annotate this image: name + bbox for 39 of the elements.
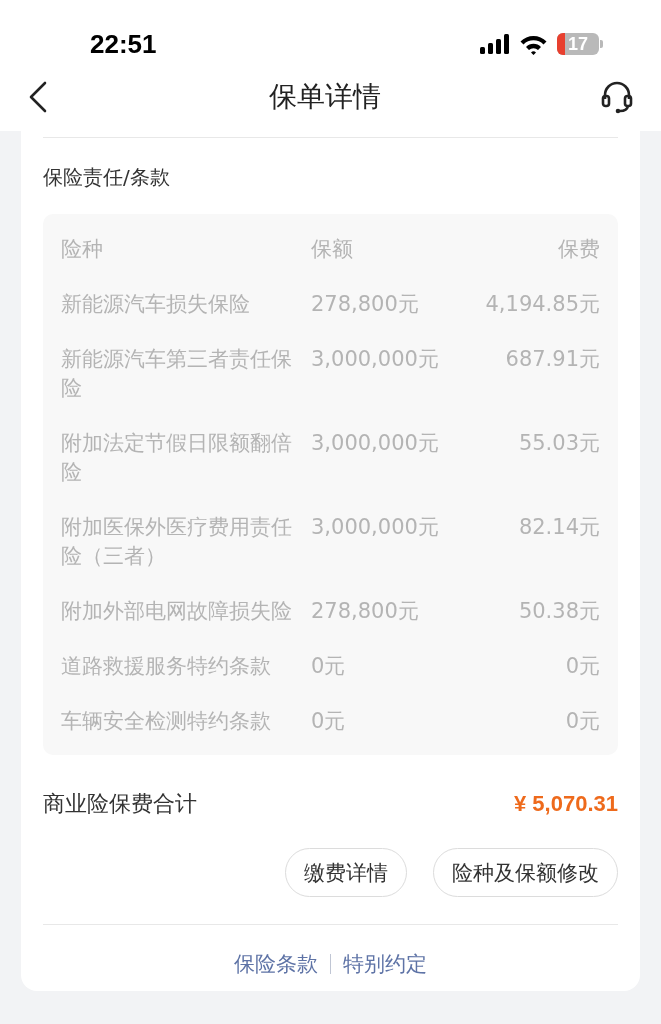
coverage-amount: 3,000,000元: [311, 430, 440, 457]
column-header: 保额: [311, 236, 354, 263]
column-header: 险种: [61, 236, 104, 263]
wifi-icon: [519, 33, 548, 55]
premium-amount: 4,194.85元: [485, 291, 600, 318]
coverage-amount: 3,000,000元: [311, 514, 440, 541]
coverage-amount: 278,800元: [311, 291, 420, 318]
premium-amount: 50.38元: [518, 598, 600, 625]
headset-icon[interactable]: [601, 80, 633, 114]
terms-link[interactable]: 特别约定: [343, 950, 427, 978]
terms-link[interactable]: 保险条款: [234, 950, 318, 978]
page-title: 保单详情: [268, 79, 381, 115]
coverage-name: 附加法定节假日限额翻倍险: [61, 430, 293, 486]
coverage-amount: 278,800元: [311, 598, 420, 625]
coverage-amount: 3,000,000元: [311, 346, 440, 373]
coverage-name: 附加外部电网故障损失险: [61, 598, 293, 625]
signal-icon: [480, 34, 510, 54]
status-time: 22:51: [90, 28, 157, 60]
section-title: 保险责任/条款: [43, 164, 171, 191]
back-button[interactable]: [28, 81, 48, 113]
battery-charge-fill: [557, 33, 565, 55]
coverage-name: 车辆安全检测特约条款: [61, 708, 272, 735]
premium-amount: 55.03元: [518, 430, 600, 457]
battery-percent: 17: [568, 33, 588, 55]
premium-amount: 0元: [565, 708, 600, 735]
coverage-name: 道路救援服务特约条款: [61, 653, 272, 680]
coverage-name: 新能源汽车损失保险: [61, 291, 251, 318]
total-value: ¥ 5,070.31: [514, 791, 618, 817]
premium-amount: 0元: [565, 653, 600, 680]
coverage-name: 附加医保外医疗费用责任险（三者）: [61, 514, 293, 570]
coverage-name: 新能源汽车第三者责任保险: [61, 346, 293, 402]
coverage-amount: 0元: [311, 653, 347, 680]
column-header: 保费: [558, 236, 600, 263]
action-button[interactable]: 险种及保额修改: [433, 848, 618, 897]
total-label: 商业险保费合计: [43, 790, 197, 818]
coverage-amount: 0元: [311, 708, 347, 735]
premium-amount: 687.91元: [505, 346, 600, 373]
premium-amount: 82.14元: [518, 514, 600, 541]
action-button[interactable]: 缴费详情: [285, 848, 407, 897]
